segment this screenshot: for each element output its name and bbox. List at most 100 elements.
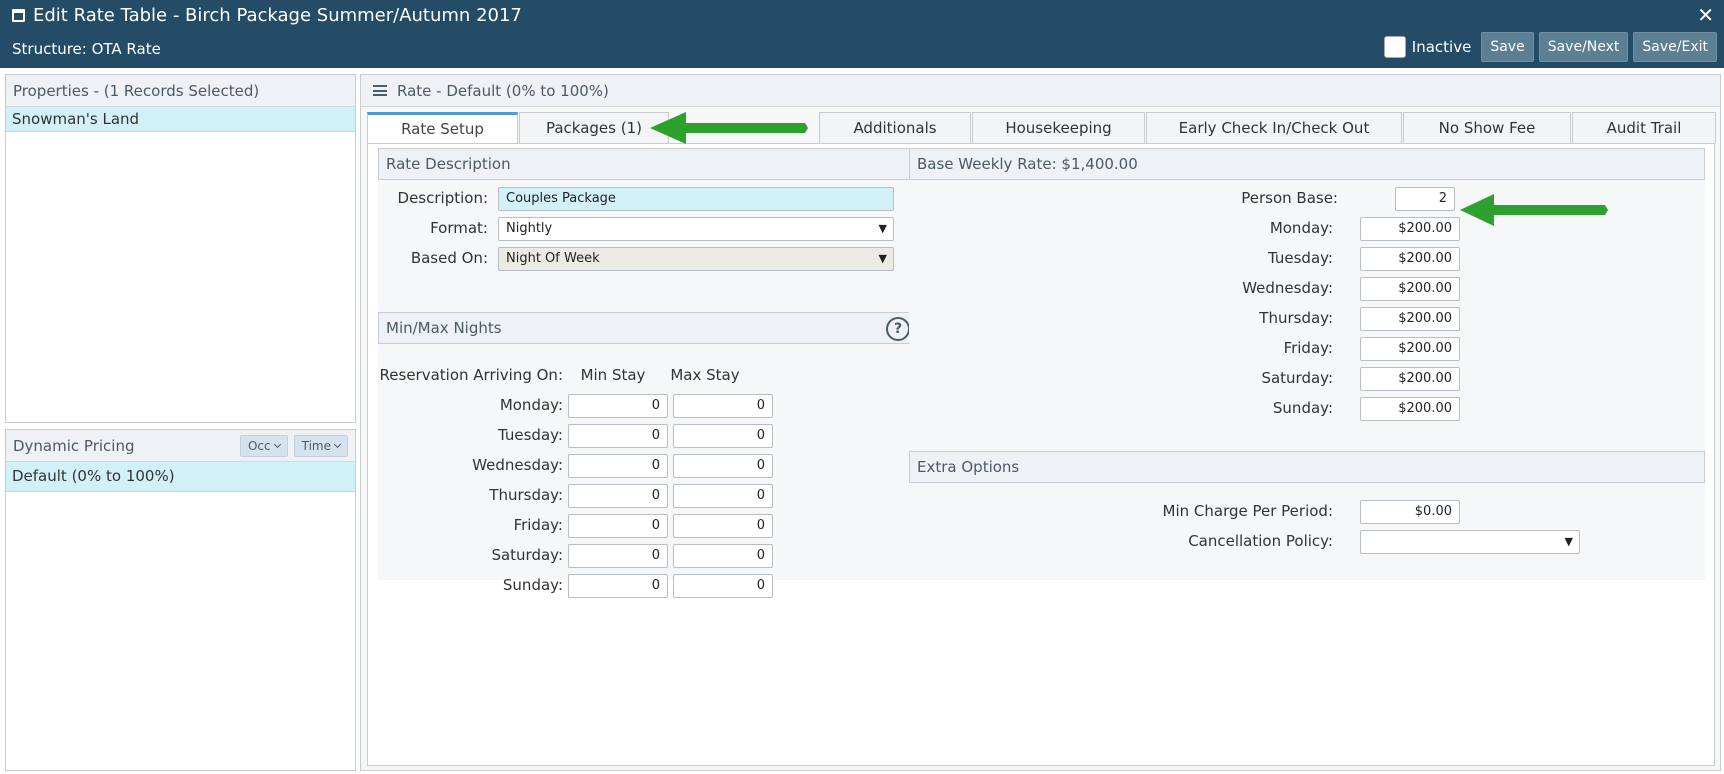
dynamic-pricing-title: Dynamic Pricing: [13, 436, 135, 455]
min-stay-input[interactable]: 0: [568, 544, 668, 568]
annotation-arrow-packages: [650, 112, 808, 144]
description-label: Description:: [397, 189, 488, 207]
dynamic-pricing-header: Dynamic Pricing Occ Time: [6, 430, 355, 462]
description-input[interactable]: Couples Package: [498, 187, 894, 211]
weekly-day-label: Monday:: [1269, 219, 1333, 237]
time-dropdown-button[interactable]: Time: [293, 434, 348, 457]
max-stay-input[interactable]: 0: [673, 424, 773, 448]
weekly-rate-input[interactable]: $200.00: [1360, 307, 1460, 331]
window-title: Edit Rate Table - Birch Package Summer/A…: [12, 5, 522, 26]
minmax-day-label: Tuesday:: [498, 426, 563, 444]
property-item[interactable]: Snowman's Land: [6, 107, 355, 132]
properties-title: Properties - (1 Records Selected): [6, 75, 355, 107]
minmax-title: Min/Max Nights: [386, 319, 502, 337]
tab-housekeeping[interactable]: Housekeeping: [972, 112, 1145, 143]
minmax-day-label: Saturday:: [491, 546, 563, 564]
weekly-rate-input[interactable]: $200.00: [1360, 337, 1460, 361]
weekly-rate-input[interactable]: $200.00: [1360, 367, 1460, 391]
tab-additionals[interactable]: Additionals: [819, 112, 971, 143]
occ-label: Occ: [247, 438, 271, 453]
occ-dropdown-button[interactable]: Occ: [239, 434, 288, 457]
menu-icon[interactable]: [373, 85, 387, 96]
min-stay-input[interactable]: 0: [568, 394, 668, 418]
structure-label: Structure: OTA Rate: [12, 40, 161, 58]
max-stay-input[interactable]: 0: [673, 574, 773, 598]
max-stay-input[interactable]: 0: [673, 454, 773, 478]
rate-header: Rate - Default (0% to 100%): [361, 75, 1720, 107]
weekly-day-label: Tuesday:: [1268, 249, 1333, 267]
max-stay-input[interactable]: 0: [673, 394, 773, 418]
weekly-rate-input[interactable]: $200.00: [1360, 277, 1460, 301]
close-icon[interactable]: ✕: [1697, 3, 1714, 27]
tab-packages[interactable]: Packages (1): [519, 112, 669, 143]
base-weekly-header: Base Weekly Rate: $1,400.00: [909, 148, 1705, 180]
dropdown-caret-icon: ▼: [878, 222, 887, 235]
save-button[interactable]: Save: [1481, 32, 1534, 62]
rate-main-panel: Rate - Default (0% to 100%) Rate Setup P…: [360, 74, 1721, 771]
inactive-label: Inactive: [1411, 38, 1472, 56]
format-value: Nightly: [506, 221, 553, 236]
minmax-day-label: Sunday:: [502, 576, 563, 594]
rate-title: Rate - Default (0% to 100%): [397, 81, 609, 100]
chevron-down-icon: [273, 440, 281, 448]
annotation-arrow-person-base: [1460, 194, 1608, 226]
save-next-button[interactable]: Save/Next: [1538, 32, 1629, 62]
min-stay-input[interactable]: 0: [568, 484, 668, 508]
dynamic-pricing-item[interactable]: Default (0% to 100%): [6, 462, 355, 492]
tab-early-check-in-out[interactable]: Early Check In/Check Out: [1146, 112, 1402, 143]
rate-setup-content: Rate Description Description: Couples Pa…: [367, 143, 1715, 766]
weekly-day-label: Saturday:: [1261, 369, 1333, 387]
min-charge-input[interactable]: $0.00: [1360, 500, 1460, 524]
time-label: Time: [301, 438, 331, 453]
inactive-checkbox[interactable]: [1383, 36, 1406, 58]
rate-description-header: Rate Description: [378, 148, 915, 180]
calendar-icon: [12, 9, 25, 22]
format-label: Format:: [430, 219, 488, 237]
chevron-down-icon: [333, 440, 342, 448]
title-bar: Edit Rate Table - Birch Package Summer/A…: [0, 0, 1724, 68]
max-stay-input[interactable]: 0: [673, 514, 773, 538]
tab-no-show-fee[interactable]: No Show Fee: [1403, 112, 1571, 143]
weekly-rate-input[interactable]: $200.00: [1360, 397, 1460, 421]
min-stay-input[interactable]: 0: [568, 514, 668, 538]
weekly-day-label: Thursday:: [1259, 309, 1333, 327]
save-exit-button[interactable]: Save/Exit: [1633, 32, 1717, 62]
inactive-toggle[interactable]: Inactive: [1383, 36, 1472, 58]
window-title-text: Edit Rate Table - Birch Package Summer/A…: [33, 5, 522, 26]
help-icon[interactable]: ?: [886, 317, 910, 341]
max-stay-input[interactable]: 0: [673, 544, 773, 568]
format-select[interactable]: Nightly ▼: [498, 217, 894, 241]
weekly-rate-input[interactable]: $200.00: [1360, 247, 1460, 271]
tab-rate-setup[interactable]: Rate Setup: [367, 112, 518, 143]
cancellation-policy-select[interactable]: ▼: [1360, 530, 1580, 554]
dropdown-caret-icon: ▼: [1564, 535, 1573, 548]
based-on-select[interactable]: Night Of Week ▼: [498, 247, 894, 271]
person-base-label: Person Base:: [1241, 189, 1338, 207]
min-stay-input[interactable]: 0: [568, 574, 668, 598]
weekly-day-label: Friday:: [1283, 339, 1333, 357]
weekly-day-label: Sunday:: [1272, 399, 1333, 417]
arriving-label: Reservation Arriving On:: [379, 366, 563, 384]
minmax-day-label: Friday:: [513, 516, 563, 534]
tab-audit-trail[interactable]: Audit Trail: [1572, 112, 1716, 143]
minmax-day-label: Thursday:: [489, 486, 563, 504]
minmax-day-label: Wednesday:: [472, 456, 563, 474]
max-stay-header: Max Stay: [670, 366, 740, 384]
extra-options-header: Extra Options: [909, 451, 1705, 483]
min-stay-input[interactable]: 0: [568, 424, 668, 448]
minmax-header: Min/Max Nights ?: [378, 312, 915, 344]
dynamic-pricing-panel: Dynamic Pricing Occ Time Default (0% to …: [5, 429, 356, 771]
based-on-label: Based On:: [410, 249, 488, 267]
person-base-input[interactable]: 2: [1395, 187, 1455, 211]
minmax-day-label: Monday:: [499, 396, 563, 414]
header-actions: Inactive Save Save/Next Save/Exit: [1383, 32, 1717, 62]
min-charge-label: Min Charge Per Period:: [1162, 502, 1333, 520]
cancellation-policy-label: Cancellation Policy:: [1188, 532, 1333, 550]
min-stay-input[interactable]: 0: [568, 454, 668, 478]
properties-panel: Properties - (1 Records Selected) Snowma…: [5, 74, 356, 423]
min-stay-header: Min Stay: [580, 366, 646, 384]
max-stay-input[interactable]: 0: [673, 484, 773, 508]
weekly-rate-input[interactable]: $200.00: [1360, 217, 1460, 241]
weekly-day-label: Wednesday:: [1242, 279, 1333, 297]
dropdown-caret-icon: ▼: [878, 252, 887, 265]
